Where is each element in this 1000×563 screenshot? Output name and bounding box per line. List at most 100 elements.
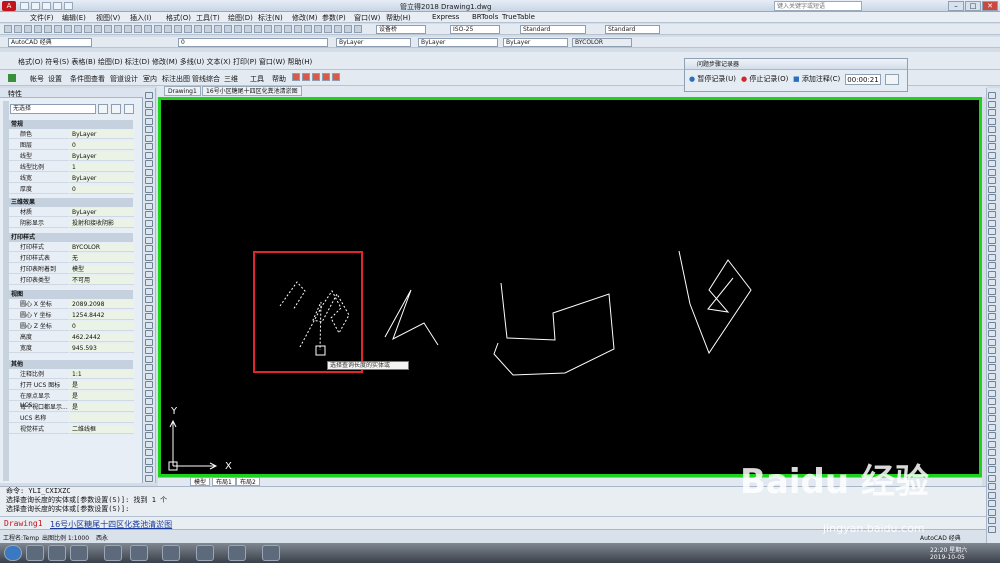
property-value[interactable]: 1254.8442 [70, 311, 134, 320]
draw-tool-icon[interactable] [145, 364, 153, 371]
property-value[interactable]: ByLayer [70, 152, 134, 161]
toolbar-tool-icon[interactable] [334, 25, 342, 33]
draw-tool-icon[interactable] [145, 466, 153, 473]
tab-drawing1[interactable]: Drawing1 [164, 86, 201, 96]
draw-tool-icon[interactable] [145, 211, 153, 218]
color-combo[interactable]: ByLayer [336, 38, 411, 47]
tab-layout2[interactable]: 布局2 [236, 477, 260, 486]
add-comment-button[interactable]: ■ 添加注释(C) [793, 74, 840, 84]
modify-tool-icon[interactable] [988, 406, 996, 414]
taskbar-app-icon[interactable] [228, 545, 246, 561]
property-value[interactable]: ByLayer [70, 174, 134, 183]
toolbar-tool-icon[interactable] [244, 25, 252, 33]
draw-tool-icon[interactable] [145, 321, 153, 329]
draw-tool-icon[interactable] [145, 415, 153, 422]
modify-tool-icon[interactable] [988, 398, 996, 405]
toolbar-tool-icon[interactable] [104, 25, 112, 33]
modify-tool-icon[interactable] [988, 338, 996, 346]
menu-item[interactable]: 标注(N) [258, 13, 283, 23]
modify-tool-icon[interactable] [988, 262, 996, 269]
toolbar-tool-icon[interactable] [214, 25, 222, 33]
modify-tool-icon[interactable] [988, 321, 996, 329]
toolbar-tool-icon[interactable] [204, 25, 212, 33]
toolbar-tool-icon[interactable] [24, 25, 32, 33]
app-menu-item[interactable]: 室内 [143, 74, 157, 84]
modify-tool-icon[interactable] [988, 177, 996, 184]
draw-tool-icon[interactable] [145, 287, 153, 295]
stop-record-button[interactable]: ● 停止记录(O) [741, 74, 788, 84]
modify-tool-icon[interactable] [988, 372, 996, 380]
modify-tool-icon[interactable] [988, 228, 996, 235]
layer-combo[interactable]: 0 [178, 38, 328, 47]
status-scale[interactable]: 出图比例 1:1000 [42, 533, 89, 542]
table-style-combo[interactable]: Standard [520, 25, 586, 34]
draw-tool-icon[interactable] [145, 449, 153, 456]
modify-tool-icon[interactable] [988, 304, 996, 312]
modify-tool-icon[interactable] [988, 449, 996, 456]
app-menu-item[interactable]: 帮助 [272, 74, 286, 84]
lineweight-combo[interactable]: ByLayer [503, 38, 568, 47]
gear-icon[interactable] [8, 74, 16, 82]
new-icon[interactable] [20, 2, 29, 10]
drawing-canvas[interactable]: Y X [158, 97, 982, 477]
modify-tool-icon[interactable] [988, 491, 996, 499]
toolbar-tool-icon[interactable] [14, 25, 22, 33]
toolbar-tool-icon[interactable] [234, 25, 242, 33]
draw-tool-icon[interactable] [145, 270, 153, 278]
draw-tool-icon[interactable] [145, 117, 153, 125]
pause-record-button[interactable]: ● 暂停记录(U) [689, 74, 736, 84]
modify-tool-icon[interactable] [988, 245, 996, 252]
toolbar-tool-icon[interactable] [194, 25, 202, 33]
modify-tool-icon[interactable] [988, 270, 996, 278]
workspace-combo[interactable]: AutoCAD 经典 [8, 38, 92, 47]
modify-tool-icon[interactable] [988, 389, 996, 397]
toolbar-tool-icon[interactable] [354, 25, 362, 33]
redo-icon[interactable] [64, 2, 73, 10]
taskbar-app-icon[interactable] [162, 545, 180, 561]
toolbar-tool-icon[interactable] [174, 25, 182, 33]
toolbar-tool-icon[interactable] [164, 25, 172, 33]
draw-tool-icon[interactable] [145, 355, 153, 363]
draw-tool-icon[interactable] [145, 134, 153, 142]
toolbar-tool-icon[interactable] [274, 25, 282, 33]
draw-tool-icon[interactable] [145, 228, 153, 235]
draw-tool-icon[interactable] [145, 151, 153, 159]
draw-tool-icon[interactable] [145, 330, 153, 337]
draw-tool-icon[interactable] [145, 406, 153, 414]
app-menu-item[interactable]: 管线综合 [192, 74, 220, 84]
modify-tool-icon[interactable] [988, 143, 996, 150]
search-input[interactable]: 键入关键字或短语 [774, 1, 862, 11]
menu-item[interactable]: BRTools [472, 13, 498, 21]
toolbar-tool-icon[interactable] [124, 25, 132, 33]
tab-drawing2[interactable]: 16号小区糖尾十四区化粪池清淤图 [202, 86, 302, 96]
draw-tool-icon[interactable] [145, 347, 153, 354]
save-icon[interactable] [42, 2, 51, 10]
draw-tool-icon[interactable] [145, 202, 153, 210]
taskbar-app-icon[interactable] [104, 545, 122, 561]
modify-tool-icon[interactable] [988, 347, 996, 354]
modify-tool-icon[interactable] [988, 109, 996, 116]
toolbar-tool-icon[interactable] [304, 25, 312, 33]
property-value[interactable]: 是 [70, 392, 134, 401]
modify-tool-icon[interactable] [988, 330, 996, 337]
property-value[interactable]: 无 [70, 254, 134, 263]
toolbar-tool-icon[interactable] [314, 25, 322, 33]
property-value[interactable]: 462.2442 [70, 333, 134, 342]
menu-item[interactable]: 编辑(E) [62, 13, 86, 23]
modify-tool-icon[interactable] [988, 483, 996, 490]
app-tool-icon[interactable] [292, 73, 300, 81]
multileader-style-combo[interactable]: Standard [605, 25, 660, 34]
draw-tool-icon[interactable] [145, 194, 153, 201]
taskbar-app-icon[interactable] [70, 545, 88, 561]
draw-tool-icon[interactable] [145, 160, 153, 167]
menu-item[interactable]: 格式(O) [166, 13, 191, 23]
menu-item[interactable]: 参数(P) [322, 13, 346, 23]
app-menu-row[interactable]: 格式(O) 符号(S) 表格(B) 绘图(D) 标注(D) 修改(M) 多线(U… [18, 57, 312, 67]
toolbar-tool-icon[interactable] [144, 25, 152, 33]
toolbar-tool-icon[interactable] [284, 25, 292, 33]
modify-tool-icon[interactable] [988, 168, 996, 176]
property-value[interactable] [70, 414, 134, 423]
property-value[interactable]: ByLayer [70, 130, 134, 139]
section-plot[interactable]: 打印样式 [9, 233, 133, 242]
plotstyle-combo[interactable]: BYCOLOR [572, 38, 632, 47]
